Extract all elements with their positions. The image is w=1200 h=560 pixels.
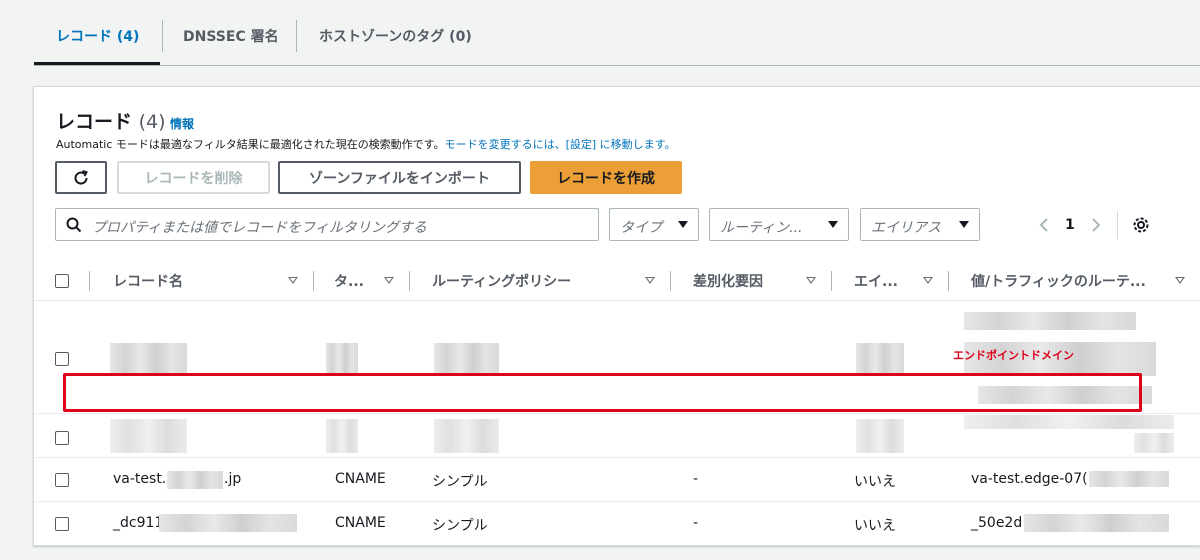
alias-value: いいえ (854, 518, 896, 534)
settings-mode-link[interactable]: モードを変更するには、[設定] に移動します。 (445, 138, 676, 151)
record-name-suffix: .jp (224, 471, 242, 487)
column-header-differentiator[interactable]: 差別化要因 (693, 271, 763, 291)
column-header-type[interactable]: タ... (334, 271, 364, 291)
record-name-prefix[interactable]: va-test. (113, 471, 166, 487)
record-type: CNAME (335, 471, 386, 487)
routing-filter-label: ルーティン... (720, 220, 803, 236)
sort-icon[interactable] (923, 277, 933, 284)
current-page[interactable]: 1 (1065, 217, 1075, 233)
column-divider (670, 271, 671, 291)
info-link[interactable]: 情報 (170, 115, 194, 132)
record-type: CNAME (335, 515, 386, 531)
record-value: _50e2d (971, 515, 1023, 531)
panel-title: レコード (4) (56, 107, 166, 134)
refresh-button[interactable] (55, 161, 107, 194)
column-divider (831, 271, 832, 291)
routing-policy: シンプル (432, 518, 488, 534)
highlight-box (63, 373, 1142, 412)
alias-filter-label: エイリアス (871, 220, 941, 236)
redacted-value (1024, 514, 1169, 532)
select-all-checkbox[interactable] (55, 274, 69, 288)
redacted-record-name (167, 471, 223, 489)
redacted-alias (856, 419, 904, 453)
search-icon (66, 217, 82, 233)
redacted-record-name (159, 514, 297, 532)
routing-policy: シンプル (432, 474, 488, 490)
delete-record-button[interactable]: レコードを削除 (117, 161, 270, 194)
column-header-record-name[interactable]: レコード名 (113, 271, 183, 291)
sort-icon[interactable] (645, 277, 655, 284)
panel-description: Automatic モードは最適なフィルタ結果に最適化された現在の検索動作です。… (56, 136, 676, 152)
annotation-label: エンドポイントドメイン (953, 349, 1074, 362)
sort-icon[interactable] (288, 277, 298, 284)
chevron-left-icon[interactable] (1037, 217, 1051, 233)
search-placeholder: プロパティまたは値でレコードをフィルタリングする (92, 220, 427, 236)
create-record-button[interactable]: レコードを作成 (530, 161, 682, 194)
alias-filter-select[interactable]: エイリアス (860, 208, 980, 241)
column-divider (313, 271, 314, 291)
sort-icon[interactable] (384, 277, 394, 284)
table-row[interactable] (34, 415, 1200, 458)
tab-records[interactable]: レコード (4) (56, 0, 139, 66)
row-checkbox[interactable] (55, 431, 69, 445)
description-text: Automatic モードは最適なフィルタ結果に最適化された現在の検索動作です。 (56, 138, 445, 151)
redacted-value (1089, 471, 1169, 487)
refresh-icon (74, 169, 88, 185)
caret-down-icon (959, 221, 969, 228)
import-zone-file-button[interactable]: ゾーンファイルをインポート (278, 161, 521, 194)
redacted-routing (434, 343, 499, 373)
column-header-routing-policy[interactable]: ルーティングポリシー (432, 271, 571, 291)
column-header-alias[interactable]: エイ... (854, 271, 898, 291)
panel-title-text: レコード (56, 111, 133, 133)
gear-icon[interactable] (1132, 216, 1150, 234)
redacted-type (326, 419, 358, 453)
column-header-value[interactable]: 値/トラフィックのルーテ... (971, 271, 1146, 291)
redacted-value-line (1134, 433, 1174, 453)
tab-dnssec[interactable]: DNSSEC 署名 (183, 0, 279, 66)
redacted-value-line (964, 312, 1136, 330)
record-name-prefix[interactable]: _dc911 (113, 515, 163, 531)
tab-divider (162, 20, 163, 52)
column-divider (948, 271, 949, 291)
record-count: (4) (138, 111, 166, 133)
redacted-type (326, 343, 358, 373)
row-checkbox[interactable] (55, 352, 69, 366)
row-checkbox[interactable] (55, 473, 69, 487)
tab-bar: レコード (4) DNSSEC 署名 ホストゾーンのタグ (0) (34, 0, 1200, 66)
table-row[interactable]: _dc911 CNAME シンプル - いいえ _50e2d (34, 503, 1200, 547)
redacted-alias (856, 343, 904, 373)
pagination: 1 (1037, 208, 1150, 241)
alias-value: いいえ (854, 474, 896, 490)
records-panel: レコード (4) 情報 Automatic モードは最適なフィルタ結果に最適化さ… (33, 86, 1200, 546)
table-header: レコード名 タ... ルーティングポリシー 差別化要因 エイ... 値/トラフィ… (34, 261, 1200, 301)
record-filter-search[interactable]: プロパティまたは値でレコードをフィルタリングする (55, 208, 599, 241)
differentiator: - (693, 471, 699, 487)
redacted-record-name (110, 419, 187, 453)
caret-down-icon (828, 221, 838, 228)
table-row[interactable]: va-test. .jp CNAME シンプル - いいえ va-test.ed… (34, 459, 1200, 502)
row-checkbox[interactable] (55, 517, 69, 531)
tab-hosted-zone-tags[interactable]: ホストゾーンのタグ (0) (319, 0, 472, 66)
differentiator: - (693, 515, 699, 531)
caret-down-icon (678, 221, 688, 228)
column-divider (89, 271, 90, 291)
sort-icon[interactable] (806, 277, 816, 284)
tab-divider (296, 20, 297, 52)
chevron-right-icon[interactable] (1089, 217, 1103, 233)
sort-icon[interactable] (1175, 277, 1185, 284)
pager-divider (1116, 210, 1118, 239)
active-tab-indicator (34, 62, 160, 65)
redacted-record-name (110, 343, 187, 373)
type-filter-label: タイプ (620, 220, 662, 236)
record-value: va-test.edge-07( (971, 471, 1088, 487)
column-divider (409, 271, 410, 291)
type-filter-select[interactable]: タイプ (609, 208, 699, 241)
redacted-value-line (964, 415, 1174, 429)
redacted-routing (434, 419, 499, 453)
routing-filter-select[interactable]: ルーティン... (709, 208, 849, 241)
